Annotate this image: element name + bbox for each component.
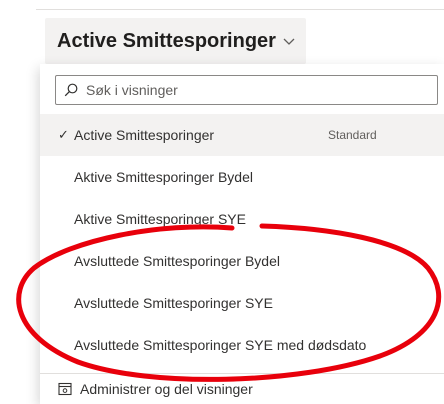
view-item-avsluttede-sye[interactable]: Avsluttede Smittesporinger SYE bbox=[40, 282, 444, 324]
header-divider bbox=[36, 9, 444, 10]
view-list: ✓ Active Smittesporinger Standard Aktive… bbox=[40, 114, 444, 366]
view-selector-button[interactable]: Active Smittesporinger bbox=[45, 18, 306, 64]
view-item-label: Aktive Smittesporinger Bydel bbox=[74, 169, 253, 185]
view-item-label: Aktive Smittesporinger SYE bbox=[74, 211, 246, 227]
view-item-aktive-sye[interactable]: Aktive Smittesporinger SYE bbox=[40, 198, 444, 240]
manage-views-button[interactable]: Administrer og del visninger bbox=[40, 374, 444, 404]
view-item-label: Avsluttede Smittesporinger SYE med dødsd… bbox=[74, 337, 367, 353]
view-item-active-smittesporinger[interactable]: ✓ Active Smittesporinger Standard bbox=[40, 114, 444, 156]
view-search-input[interactable] bbox=[86, 82, 406, 98]
default-view-badge: Standard bbox=[328, 128, 377, 142]
view-item-label: Avsluttede Smittesporinger Bydel bbox=[74, 253, 280, 269]
view-item-avsluttede-bydel[interactable]: Avsluttede Smittesporinger Bydel bbox=[40, 240, 444, 282]
manage-views-label: Administrer og del visninger bbox=[80, 381, 253, 397]
view-selector-flyout: ✓ Active Smittesporinger Standard Aktive… bbox=[40, 64, 444, 404]
chevron-down-icon bbox=[282, 36, 296, 46]
view-item-label: Active Smittesporinger bbox=[74, 127, 215, 143]
search-icon bbox=[64, 83, 78, 97]
view-item-label: Avsluttede Smittesporinger SYE bbox=[74, 295, 273, 311]
view-item-aktive-bydel[interactable]: Aktive Smittesporinger Bydel bbox=[40, 156, 444, 198]
checkmark-icon: ✓ bbox=[58, 127, 69, 142]
view-item-avsluttede-sye-med-dodsdato[interactable]: Avsluttede Smittesporinger SYE med dødsd… bbox=[40, 324, 444, 366]
manage-views-icon bbox=[58, 382, 72, 396]
view-search-box[interactable] bbox=[55, 75, 438, 105]
view-selector-title: Active Smittesporinger bbox=[57, 29, 276, 52]
